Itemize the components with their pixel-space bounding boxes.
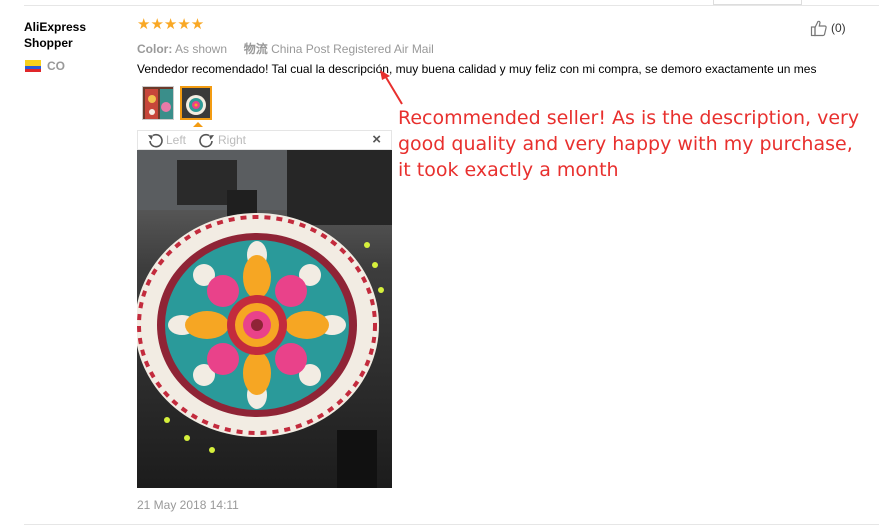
- rotate-right-icon: [199, 133, 214, 148]
- shipping-label: 物流: [243, 42, 268, 56]
- helpful-button[interactable]: (0): [810, 19, 846, 37]
- color-label: Color:: [137, 42, 173, 56]
- close-viewer-button[interactable]: ×: [372, 131, 381, 148]
- translation-annotation: Recommended seller! As is the descriptio…: [398, 107, 860, 181]
- rotate-left-icon: [148, 133, 163, 148]
- review-photo-thumbnail-2[interactable]: [180, 86, 212, 120]
- top-divider: [24, 5, 879, 6]
- top-dropdown-edge[interactable]: [713, 0, 802, 5]
- color-value: As shown: [175, 42, 228, 56]
- rotate-right-label: Right: [218, 133, 247, 147]
- star-rating: ★★★★★: [137, 16, 205, 33]
- rotate-left-label: Left: [166, 133, 187, 147]
- review-photo-large: [137, 150, 392, 488]
- annotation-arrow-icon: [380, 70, 403, 105]
- shipping-value: China Post Registered Air Mail: [271, 42, 434, 56]
- selected-thumbnail-indicator: [193, 122, 203, 127]
- photo-viewer-toolbar: Left Right ×: [137, 130, 392, 150]
- helpful-count: (0): [831, 21, 846, 35]
- rotate-right-button[interactable]: Right: [198, 132, 246, 148]
- review-date: 21 May 2018 14:11: [137, 498, 239, 512]
- rotate-left-button[interactable]: Left: [146, 132, 186, 148]
- review-text: Vendedor recomendado! Tal cual la descri…: [137, 62, 817, 76]
- buyer-country: CO: [47, 59, 65, 73]
- thumbs-up-icon[interactable]: [810, 19, 828, 37]
- buyer-name: AliExpress Shopper: [24, 20, 87, 50]
- review-photo-thumbnail-1[interactable]: [142, 86, 174, 120]
- colombia-flag-icon: [25, 60, 41, 72]
- bottom-divider: [24, 524, 879, 525]
- order-info: Color: As shown 物流 China Post Registered…: [137, 40, 434, 57]
